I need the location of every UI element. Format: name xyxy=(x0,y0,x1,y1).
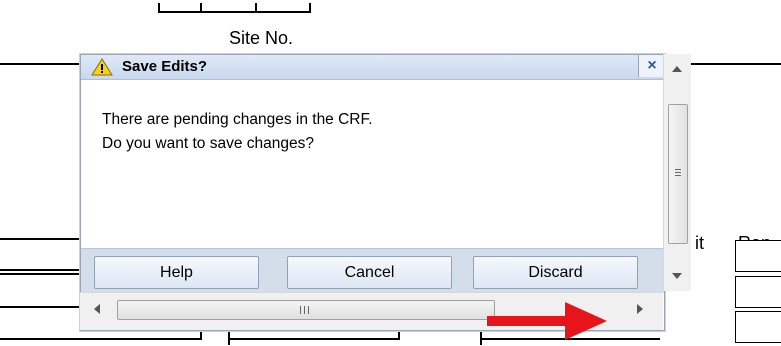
site-no-tick xyxy=(255,3,257,13)
section-line-left xyxy=(0,63,82,65)
annotation-arrow-icon xyxy=(487,302,607,340)
form-field[interactable] xyxy=(735,240,781,272)
vertical-scroll-thumb[interactable] xyxy=(668,104,688,244)
grip-line xyxy=(675,172,681,173)
unit-label-fragment: it xyxy=(695,233,704,253)
horizontal-scroll-thumb[interactable] xyxy=(117,300,495,320)
form-rule xyxy=(0,238,82,240)
grip-line xyxy=(304,306,305,314)
message-line-1: There are pending changes in the CRF. xyxy=(102,111,373,128)
form-field[interactable] xyxy=(735,276,781,308)
grip-line xyxy=(675,169,681,170)
close-icon[interactable]: × xyxy=(638,55,665,77)
dialog-titlebar[interactable]: Save Edits? × xyxy=(81,55,665,80)
form-rule xyxy=(0,338,202,340)
cancel-button[interactable]: Cancel xyxy=(287,256,452,289)
discard-button[interactable]: Discard xyxy=(473,256,638,289)
site-no-tick xyxy=(200,3,202,13)
form-rule xyxy=(0,306,82,308)
scroll-down-icon[interactable] xyxy=(672,273,682,279)
site-no-label: Site No. xyxy=(229,28,294,48)
message-line-2: Do you want to save changes? xyxy=(102,135,314,152)
scroll-left-icon[interactable] xyxy=(94,304,100,314)
scroll-right-icon[interactable] xyxy=(637,304,643,314)
form-rule xyxy=(0,273,82,275)
grip-line xyxy=(675,175,681,176)
vertical-scrollbar[interactable] xyxy=(663,54,691,291)
warning-icon xyxy=(91,58,113,76)
grip-line xyxy=(300,306,301,314)
form-field[interactable] xyxy=(735,311,781,343)
grip-line xyxy=(308,306,309,314)
site-no-underline xyxy=(158,11,311,13)
form-rule xyxy=(228,338,400,340)
dialog-title: Save Edits? xyxy=(122,58,208,75)
save-edits-dialog: Save Edits? × There are pending changes … xyxy=(80,54,665,331)
site-no-tick xyxy=(158,3,160,13)
button-bar: Help Cancel Discard xyxy=(81,248,664,293)
form-rule xyxy=(0,269,82,271)
section-line-right xyxy=(690,63,781,65)
help-button[interactable]: Help xyxy=(94,256,259,289)
scroll-up-icon[interactable] xyxy=(672,66,682,72)
site-no-tick xyxy=(309,3,311,13)
